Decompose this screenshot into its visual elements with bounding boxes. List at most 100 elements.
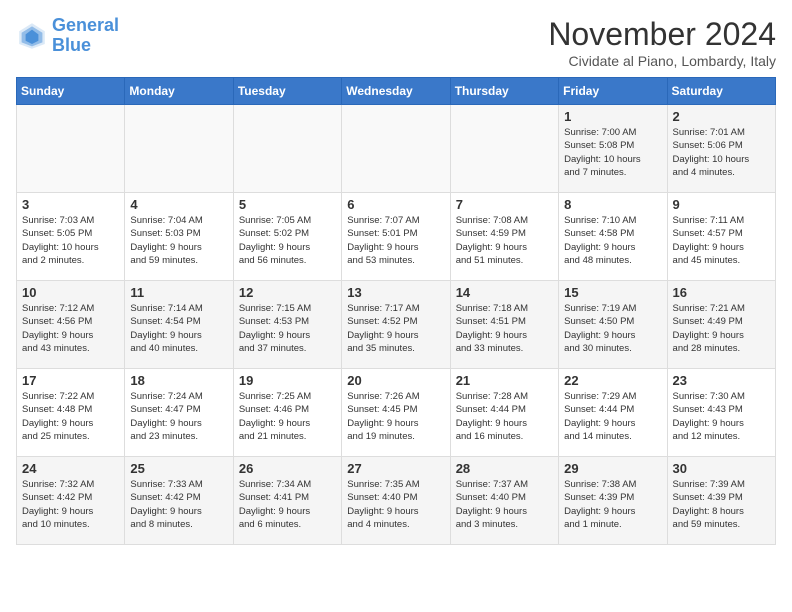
weekday-header-thursday: Thursday [450,78,558,105]
calendar-week-1: 1 Sunrise: 7:00 AM Sunset: 5:08 PM Daylig… [17,105,776,193]
day-number: 24 [22,461,119,476]
calendar-cell [342,105,450,193]
weekday-header-tuesday: Tuesday [233,78,341,105]
day-number: 19 [239,373,336,388]
calendar-cell: 20 Sunrise: 7:26 AM Sunset: 4:45 PM Dayli… [342,369,450,457]
day-number: 18 [130,373,227,388]
day-info: Sunrise: 7:21 AM Sunset: 4:49 PM Dayligh… [673,302,770,355]
weekday-header-wednesday: Wednesday [342,78,450,105]
calendar-cell: 6 Sunrise: 7:07 AM Sunset: 5:01 PM Daylig… [342,193,450,281]
day-info: Sunrise: 7:07 AM Sunset: 5:01 PM Dayligh… [347,214,444,267]
calendar-cell: 17 Sunrise: 7:22 AM Sunset: 4:48 PM Dayli… [17,369,125,457]
day-info: Sunrise: 7:15 AM Sunset: 4:53 PM Dayligh… [239,302,336,355]
day-number: 28 [456,461,553,476]
day-info: Sunrise: 7:19 AM Sunset: 4:50 PM Dayligh… [564,302,661,355]
calendar-cell: 19 Sunrise: 7:25 AM Sunset: 4:46 PM Dayli… [233,369,341,457]
day-number: 15 [564,285,661,300]
day-number: 6 [347,197,444,212]
day-info: Sunrise: 7:34 AM Sunset: 4:41 PM Dayligh… [239,478,336,531]
day-number: 3 [22,197,119,212]
calendar-cell: 27Sunrise: 7:35 AM Sunset: 4:40 PM Dayli… [342,457,450,545]
calendar-cell: 26 Sunrise: 7:34 AM Sunset: 4:41 PM Dayli… [233,457,341,545]
calendar-cell: 25 Sunrise: 7:33 AM Sunset: 4:42 PM Dayli… [125,457,233,545]
calendar-cell: 15 Sunrise: 7:19 AM Sunset: 4:50 PM Dayli… [559,281,667,369]
calendar-cell: 16Sunrise: 7:21 AM Sunset: 4:49 PM Dayli… [667,281,775,369]
calendar-cell [17,105,125,193]
calendar-week-3: 10 Sunrise: 7:12 AM Sunset: 4:56 PM Dayli… [17,281,776,369]
day-number: 12 [239,285,336,300]
calendar-table: SundayMondayTuesdayWednesdayThursdayFrid… [16,77,776,545]
day-info: Sunrise: 7:37 AM Sunset: 4:40 PM Dayligh… [456,478,553,531]
day-number: 25 [130,461,227,476]
calendar-cell: 8Sunrise: 7:10 AM Sunset: 4:58 PM Daylig… [559,193,667,281]
calendar-cell [233,105,341,193]
day-number: 21 [456,373,553,388]
day-number: 11 [130,285,227,300]
calendar-cell: 3 Sunrise: 7:03 AM Sunset: 5:05 PM Daylig… [17,193,125,281]
day-info: Sunrise: 7:22 AM Sunset: 4:48 PM Dayligh… [22,390,119,443]
weekday-header-monday: Monday [125,78,233,105]
calendar-cell: 28 Sunrise: 7:37 AM Sunset: 4:40 PM Dayli… [450,457,558,545]
title-block: November 2024 Cividate al Piano, Lombard… [548,16,776,69]
day-info: Sunrise: 7:38 AM Sunset: 4:39 PM Dayligh… [564,478,661,531]
day-info: Sunrise: 7:25 AM Sunset: 4:46 PM Dayligh… [239,390,336,443]
logo-text: General Blue [52,16,119,56]
day-info: Sunrise: 7:04 AM Sunset: 5:03 PM Dayligh… [130,214,227,267]
day-info: Sunrise: 7:14 AM Sunset: 4:54 PM Dayligh… [130,302,227,355]
day-info: Sunrise: 7:03 AM Sunset: 5:05 PM Dayligh… [22,214,119,267]
day-number: 4 [130,197,227,212]
day-number: 9 [673,197,770,212]
calendar-cell: 14 Sunrise: 7:18 AM Sunset: 4:51 PM Dayli… [450,281,558,369]
calendar-cell: 18 Sunrise: 7:24 AM Sunset: 4:47 PM Dayli… [125,369,233,457]
day-number: 27 [347,461,444,476]
weekday-header-row: SundayMondayTuesdayWednesdayThursdayFrid… [17,78,776,105]
calendar-cell: 9 Sunrise: 7:11 AM Sunset: 4:57 PM Daylig… [667,193,775,281]
weekday-header-friday: Friday [559,78,667,105]
calendar-cell: 21 Sunrise: 7:28 AM Sunset: 4:44 PM Dayli… [450,369,558,457]
calendar-cell: 11 Sunrise: 7:14 AM Sunset: 4:54 PM Dayli… [125,281,233,369]
calendar-week-4: 17 Sunrise: 7:22 AM Sunset: 4:48 PM Dayli… [17,369,776,457]
calendar-cell: 10 Sunrise: 7:12 AM Sunset: 4:56 PM Dayli… [17,281,125,369]
calendar-cell: 12 Sunrise: 7:15 AM Sunset: 4:53 PM Dayli… [233,281,341,369]
calendar-cell: 22Sunrise: 7:29 AM Sunset: 4:44 PM Dayli… [559,369,667,457]
calendar-week-2: 3 Sunrise: 7:03 AM Sunset: 5:05 PM Daylig… [17,193,776,281]
location-subtitle: Cividate al Piano, Lombardy, Italy [548,53,776,69]
day-number: 17 [22,373,119,388]
calendar-cell: 13 Sunrise: 7:17 AM Sunset: 4:52 PM Dayli… [342,281,450,369]
day-number: 2 [673,109,770,124]
day-info: Sunrise: 7:17 AM Sunset: 4:52 PM Dayligh… [347,302,444,355]
day-number: 20 [347,373,444,388]
day-info: Sunrise: 7:26 AM Sunset: 4:45 PM Dayligh… [347,390,444,443]
day-info: Sunrise: 7:24 AM Sunset: 4:47 PM Dayligh… [130,390,227,443]
day-number: 23 [673,373,770,388]
day-number: 13 [347,285,444,300]
day-number: 1 [564,109,661,124]
day-info: Sunrise: 7:01 AM Sunset: 5:06 PM Dayligh… [673,126,770,179]
day-info: Sunrise: 7:12 AM Sunset: 4:56 PM Dayligh… [22,302,119,355]
day-number: 22 [564,373,661,388]
calendar-cell: 4 Sunrise: 7:04 AM Sunset: 5:03 PM Daylig… [125,193,233,281]
weekday-header-sunday: Sunday [17,78,125,105]
day-number: 10 [22,285,119,300]
day-info: Sunrise: 7:00 AM Sunset: 5:08 PM Dayligh… [564,126,661,179]
calendar-cell: 23 Sunrise: 7:30 AM Sunset: 4:43 PM Dayli… [667,369,775,457]
day-info: Sunrise: 7:30 AM Sunset: 4:43 PM Dayligh… [673,390,770,443]
day-info: Sunrise: 7:18 AM Sunset: 4:51 PM Dayligh… [456,302,553,355]
day-number: 8 [564,197,661,212]
day-number: 26 [239,461,336,476]
day-info: Sunrise: 7:11 AM Sunset: 4:57 PM Dayligh… [673,214,770,267]
logo-icon [16,20,48,52]
calendar-header: SundayMondayTuesdayWednesdayThursdayFrid… [17,78,776,105]
calendar-week-5: 24Sunrise: 7:32 AM Sunset: 4:42 PM Dayli… [17,457,776,545]
calendar-cell [125,105,233,193]
day-info: Sunrise: 7:28 AM Sunset: 4:44 PM Dayligh… [456,390,553,443]
page-header: General Blue November 2024 Cividate al P… [16,16,776,69]
day-number: 7 [456,197,553,212]
calendar-cell: 1 Sunrise: 7:00 AM Sunset: 5:08 PM Daylig… [559,105,667,193]
weekday-header-saturday: Saturday [667,78,775,105]
day-info: Sunrise: 7:39 AM Sunset: 4:39 PM Dayligh… [673,478,770,531]
calendar-cell: 29Sunrise: 7:38 AM Sunset: 4:39 PM Dayli… [559,457,667,545]
calendar-cell: 5Sunrise: 7:05 AM Sunset: 5:02 PM Daylig… [233,193,341,281]
day-number: 14 [456,285,553,300]
day-info: Sunrise: 7:33 AM Sunset: 4:42 PM Dayligh… [130,478,227,531]
